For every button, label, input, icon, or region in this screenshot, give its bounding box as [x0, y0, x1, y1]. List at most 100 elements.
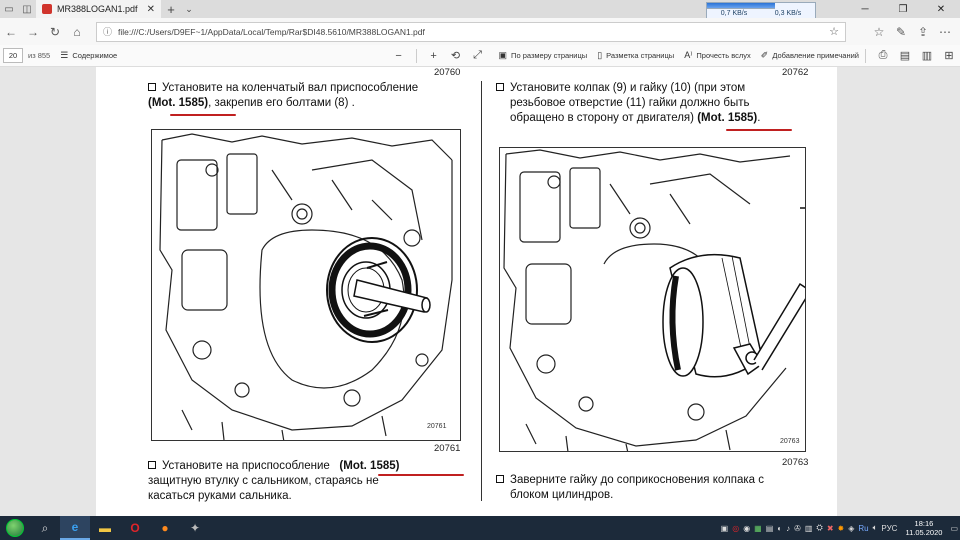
tray-app-icon[interactable]: ▣: [721, 524, 729, 533]
figure-number: 20763: [782, 457, 809, 468]
volume-icon[interactable]: 🔈︎: [873, 523, 878, 533]
tray-app-icon[interactable]: ▦: [754, 524, 762, 533]
clock[interactable]: 18:16 11.05.2020: [905, 519, 942, 537]
home-icon[interactable]: ⌂: [66, 21, 88, 43]
rotate-icon[interactable]: ⟲: [445, 46, 467, 66]
tab-aside-icon[interactable]: ◫: [18, 0, 36, 18]
refresh-icon[interactable]: ↻: [44, 21, 66, 43]
tray-app-icon[interactable]: ✇: [794, 524, 801, 533]
start-button[interactable]: [0, 516, 30, 540]
address-input[interactable]: ⓘ file:///C:/Users/D9EF~1/AppData/Local/…: [96, 21, 846, 42]
network-down: 0,7 KB/s: [720, 10, 748, 17]
tab-active[interactable]: MR388LOGAN1.pdf ✕: [36, 0, 161, 18]
add-notes-label: Добавление примечаний: [772, 51, 859, 60]
page-number-input[interactable]: 20: [3, 48, 23, 63]
title-bar: ▭ ◫ MR388LOGAN1.pdf ✕ + ⌄ 0,7 KB/s 0,3 K…: [0, 0, 960, 20]
edge-taskbar-icon[interactable]: e: [60, 516, 90, 540]
language-indicator[interactable]: РУС: [881, 524, 897, 533]
contents-label: Содержимое: [72, 51, 118, 60]
notifications-icon[interactable]: ▭: [950, 524, 958, 533]
checkbox-bullet: [148, 83, 156, 91]
red-underline: [726, 129, 792, 131]
opera-icon[interactable]: O: [120, 516, 150, 540]
tab-close-icon[interactable]: ✕: [147, 4, 155, 15]
add-notes-button[interactable]: ✐ Добавление примечаний: [761, 50, 859, 61]
read-aloud-icon: A⁾: [684, 50, 693, 60]
instruction-text: блоком цилиндров.: [510, 489, 614, 501]
engine-illustration-right: 20763: [503, 149, 805, 451]
network-up: 0,3 KB/s: [774, 10, 802, 17]
column-divider: [481, 81, 482, 501]
instruction-right-2: Заверните гайку до соприкосновения колпа…: [496, 473, 816, 503]
figure-number: 20761: [434, 443, 461, 454]
clock-date: 11.05.2020: [905, 528, 943, 537]
tab-dropdown-icon[interactable]: ⌄: [181, 0, 197, 18]
taskbar: ⌕ e ▬ O ● ✦ ▣ ◎ ◉ ▦ ▤ ◐ ♪ ✇ ▥ ⛭ ✖ ✸ ◈ Ru…: [0, 516, 960, 540]
page-number-value: 20: [8, 51, 18, 60]
file-explorer-icon[interactable]: ▬: [90, 516, 120, 540]
zoom-in-icon[interactable]: +: [423, 46, 445, 66]
figure-20761: 20761: [151, 129, 461, 441]
contents-button[interactable]: ☰ Содержимое: [60, 50, 117, 61]
search-icon[interactable]: ⌕: [30, 516, 60, 540]
fit-page-icon: ▣: [498, 50, 508, 60]
tray-app-icon[interactable]: ✸: [838, 524, 845, 533]
favorites-icon[interactable]: ☆: [868, 21, 890, 43]
save-as-icon[interactable]: ▥: [916, 46, 938, 66]
zoom-out-icon[interactable]: −: [388, 46, 410, 66]
share-icon[interactable]: ⇪: [912, 21, 934, 43]
instruction-right-1: Установите колпак (9) и гайку (10) (при …: [496, 81, 816, 126]
close-window-icon[interactable]: ✕: [922, 0, 960, 18]
instruction-text: , закрепив его болтами (8) .: [208, 97, 355, 109]
read-aloud-label: Прочесть вслух: [696, 51, 751, 60]
tray-app-icon[interactable]: ◈: [848, 524, 854, 533]
tray-app-icon[interactable]: Ru: [858, 524, 868, 533]
more-icon[interactable]: ⋯: [934, 21, 956, 43]
figure-number: 20762: [782, 67, 809, 78]
instruction-text: резьбовое отверстие (11) гайки должно бы…: [510, 97, 750, 109]
app-icon[interactable]: ✦: [180, 516, 210, 540]
tray-app-icon[interactable]: ▤: [766, 524, 774, 533]
windows-orb-icon: [6, 519, 24, 537]
tray-app-icon[interactable]: ✖: [827, 524, 834, 533]
site-info-icon[interactable]: ⓘ: [103, 25, 112, 38]
instruction-text: обращено в сторону от двигателя): [510, 112, 694, 124]
restore-icon[interactable]: ❐: [884, 0, 922, 18]
figure-number: 20760: [434, 67, 461, 78]
add-notes-icon: ✐: [760, 50, 769, 60]
print-icon[interactable]: ⎙: [872, 46, 894, 66]
firefox-icon[interactable]: ●: [150, 516, 180, 540]
figure-inner-number: 20761: [427, 423, 447, 430]
pdf-page: 20760 Установите на коленчатый вал присп…: [96, 67, 837, 516]
instruction-text: касаться руками сальника.: [148, 490, 292, 502]
pin-toolbar-icon[interactable]: ⊞: [938, 46, 960, 66]
document-viewport[interactable]: 20760 Установите на коленчатый вал присп…: [0, 67, 960, 516]
url-text: file:///C:/Users/D9EF~1/AppData/Local/Te…: [118, 26, 425, 37]
instruction-text: Установите колпак (9) и гайку (10) (при …: [510, 82, 746, 94]
figure-inner-number: 20763: [780, 438, 800, 445]
instruction-text: Установите на коленчатый вал приспособле…: [162, 82, 419, 94]
pen-icon[interactable]: ✎: [890, 21, 912, 43]
tab-actions-icon[interactable]: ▭: [0, 0, 18, 18]
forward-icon[interactable]: →: [22, 21, 44, 43]
fit-page-button[interactable]: ▣ По размеру страницы: [499, 50, 588, 61]
tray-app-icon[interactable]: ◐: [777, 524, 782, 533]
contents-icon: ☰: [60, 50, 69, 60]
read-aloud-button[interactable]: A⁾ Прочесть вслух: [684, 50, 751, 61]
tray-app-icon[interactable]: ⛭: [816, 523, 822, 533]
page-layout-button[interactable]: ▯ Разметка страницы: [597, 50, 674, 61]
network-icon[interactable]: ▥: [805, 524, 813, 533]
toolbar-divider: [415, 48, 417, 63]
tray-opera-icon[interactable]: ◎: [732, 524, 739, 533]
tray-app-icon[interactable]: ◉: [743, 524, 750, 533]
favorite-star-icon[interactable]: ☆: [829, 25, 839, 38]
minimize-icon[interactable]: ─: [846, 0, 884, 18]
back-icon[interactable]: ←: [0, 21, 22, 43]
instruction-text: защитную втулку с сальником, стараясь не: [148, 475, 379, 487]
tray-app-icon[interactable]: ♪: [786, 524, 790, 533]
fullscreen-icon[interactable]: ⤢: [467, 46, 489, 66]
new-tab-button[interactable]: +: [161, 0, 181, 18]
save-icon[interactable]: ▤: [894, 46, 916, 66]
checkbox-bullet: [496, 475, 504, 483]
page-layout-label: Разметка страницы: [606, 51, 675, 60]
